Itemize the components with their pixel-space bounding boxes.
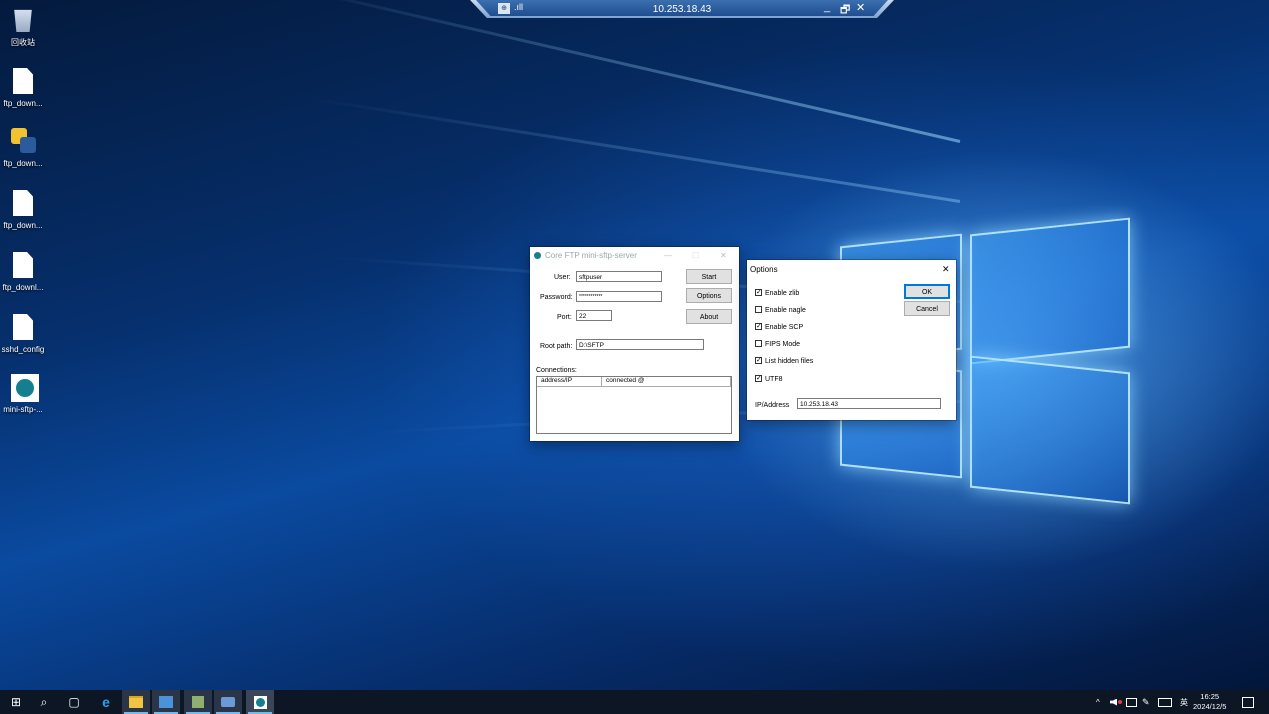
option-checkbox-label: Enable SCP	[765, 324, 804, 331]
password-label: Password:	[540, 294, 573, 301]
logo-pane	[970, 355, 1130, 505]
document-icon	[13, 190, 33, 216]
recycle-bin-icon	[14, 9, 32, 32]
option-checkbox[interactable]: ✓	[755, 323, 762, 330]
app-title-icon	[534, 251, 541, 259]
python-file-icon	[11, 128, 37, 154]
maximize-button[interactable]: ☐	[692, 251, 699, 260]
document-icon	[13, 314, 33, 340]
document-icon	[13, 68, 33, 94]
pen-icon[interactable]: ✎	[1142, 690, 1150, 714]
root-path-label: Root path:	[540, 343, 573, 350]
restore-button[interactable]: 🗗	[840, 1, 850, 18]
desktop-icon-recycle-bin[interactable]: 回收站	[0, 6, 46, 48]
network-icon[interactable]	[214, 690, 242, 714]
ip-address-input[interactable]: 10.253.18.43	[797, 398, 941, 409]
light-beam	[277, 0, 961, 143]
desktop-icon-file[interactable]: ftp_down...	[0, 190, 46, 230]
ime-indicator[interactable]: 英	[1180, 690, 1188, 714]
clock[interactable]: 16:25 2024/12/5	[1193, 690, 1226, 714]
desktop-icon-app[interactable]: mini-sftp-...	[0, 374, 46, 414]
desktop-icon-label: sshd_config	[1, 345, 45, 354]
close-button[interactable]: ✕	[856, 1, 865, 14]
logo-pane	[970, 217, 1130, 365]
desktop-icon-label: mini-sftp-...	[3, 405, 43, 414]
remote-connection-bar: ⊕ .ıll 10.253.18.43 _ 🗗 ✕	[470, 0, 894, 18]
dialog-titlebar[interactable]: Options ✕	[747, 260, 956, 278]
column-header-address[interactable]: address/IP	[537, 377, 603, 386]
connections-list[interactable]: address/IP connected @	[536, 376, 732, 434]
root-path-input[interactable]: D:\SFTP	[576, 339, 704, 350]
volume-icon[interactable]	[1110, 690, 1122, 714]
clock-date: 2024/12/5	[1193, 702, 1227, 711]
close-button[interactable]: ✕	[720, 251, 727, 260]
document-icon	[13, 252, 33, 278]
file-explorer-icon[interactable]	[122, 690, 150, 714]
user-input[interactable]: sftpuser	[576, 271, 662, 282]
task-view-icon[interactable]: ▢	[60, 690, 88, 714]
port-input[interactable]: 22	[576, 310, 612, 321]
option-checkbox[interactable]	[755, 340, 762, 347]
option-checkbox[interactable]: ✓	[755, 375, 762, 382]
option-checkbox-label: Enable zlib	[765, 290, 800, 297]
options-button[interactable]: Options	[686, 288, 732, 303]
desktop-icon-label: ftp_down...	[3, 159, 43, 168]
ie-icon[interactable]: e	[92, 690, 120, 714]
server-manager-icon[interactable]	[152, 690, 180, 714]
option-checkbox-label: Enable nagle	[765, 307, 806, 314]
ok-button[interactable]: OK	[904, 284, 950, 299]
start-button[interactable]: Start	[686, 269, 732, 284]
sftp-app-icon	[11, 374, 39, 402]
window-title: Core FTP mini-sftp-server	[545, 250, 637, 260]
cancel-button[interactable]: Cancel	[904, 301, 950, 316]
user-label: User:	[554, 274, 571, 281]
keyboard-icon[interactable]	[1158, 690, 1172, 714]
light-beam	[307, 96, 961, 203]
sftp-server-window: Core FTP mini-sftp-server — ☐ ✕ User: sf…	[530, 247, 739, 441]
desktop-icon-file[interactable]: ftp_down...	[0, 128, 46, 168]
window-titlebar[interactable]: Core FTP mini-sftp-server — ☐ ✕	[530, 247, 739, 263]
remote-host-title: 10.253.18.43	[652, 3, 712, 15]
app-icon[interactable]	[184, 690, 212, 714]
connections-label: Connections:	[536, 367, 577, 374]
option-checkbox[interactable]: ✓	[755, 357, 762, 364]
options-dialog: Options ✕ ✓ Enable zlib Enable nagle ✓ Enabl…	[747, 260, 956, 420]
desktop-icon-label: ftp_down...	[3, 221, 43, 230]
taskbar: ⊞ ⌕ ▢ e ^ ✎ 英 16:25 2024/12/5	[0, 690, 1269, 714]
sftp-server-icon[interactable]	[246, 690, 274, 714]
clock-time: 16:25	[1200, 692, 1220, 701]
network-tray-icon[interactable]	[1126, 690, 1137, 714]
close-button[interactable]: ✕	[942, 264, 950, 275]
minimize-button[interactable]: _	[824, 1, 830, 13]
option-checkbox-label: FIPS Mode	[765, 341, 801, 348]
option-checkbox-label: List hidden files	[765, 358, 814, 365]
password-input[interactable]: ************	[576, 291, 662, 302]
notification-icon[interactable]	[1242, 690, 1254, 714]
about-button[interactable]: About	[686, 309, 732, 324]
start-icon[interactable]: ⊞	[2, 690, 30, 714]
option-checkbox[interactable]	[755, 306, 762, 313]
option-checkbox-label: UTF8	[765, 376, 783, 383]
option-checkbox[interactable]: ✓	[755, 289, 762, 296]
desktop-icon-file[interactable]: ftp_down...	[0, 68, 46, 108]
minimize-button[interactable]: —	[664, 251, 672, 260]
desktop-icon-label: ftp_downl...	[2, 283, 44, 292]
desktop-icon-file[interactable]: ftp_downl...	[0, 252, 46, 292]
desktop-icon-label: 回收站	[11, 38, 35, 47]
port-label: Port:	[557, 314, 572, 321]
search-icon[interactable]: ⌕	[30, 690, 58, 714]
dialog-title: Options	[750, 264, 778, 274]
pin-icon[interactable]: ⊕	[498, 3, 510, 14]
ip-address-label: IP/Address	[755, 402, 790, 409]
desktop-icon-file[interactable]: sshd_config	[0, 314, 46, 354]
desktop-icon-label: ftp_down...	[3, 99, 43, 108]
column-header-connected[interactable]: connected @	[602, 377, 731, 386]
tray-chevron[interactable]: ^	[1096, 690, 1100, 714]
desktop: 回收站 ftp_down... ftp_down... ftp_down... …	[0, 0, 1269, 690]
signal-icon: .ıll	[514, 2, 523, 12]
